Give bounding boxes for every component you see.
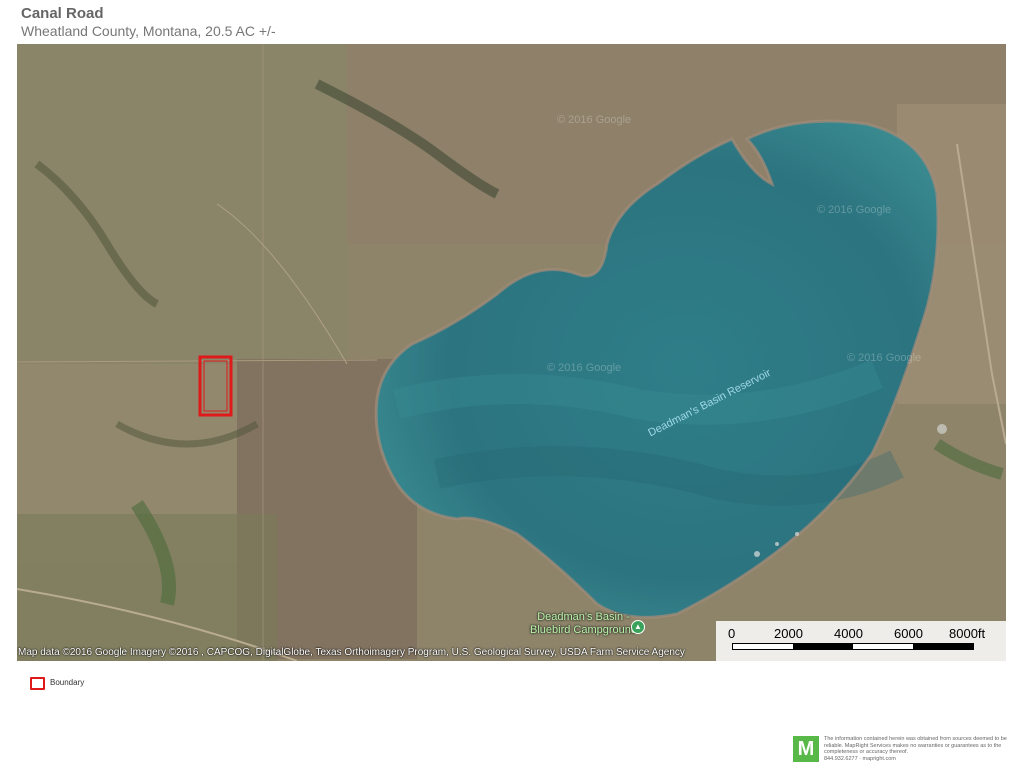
map-title: Canal Road [21, 5, 104, 22]
campground-label-line2: Bluebird Campground [530, 624, 638, 636]
campground-label-line1: Deadman's Basin - [537, 611, 630, 623]
scale-label: 2000 [774, 626, 803, 641]
scale-label: 6000 [894, 626, 923, 641]
mapright-logo: M [793, 736, 819, 762]
contact-info: 844.932.6277 · mapright.com [824, 755, 896, 762]
legend-boundary-label: Boundary [50, 678, 85, 687]
scale-label: 4000 [834, 626, 863, 641]
disclaimer-text: The information contained herein was obt… [824, 736, 1007, 755]
map-attribution: Map data ©2016 Google Imagery ©2016 , CA… [18, 647, 685, 658]
scale-bar: 0 2000 4000 6000 8000ft [716, 621, 1006, 661]
disclaimer: The information contained herein was obt… [824, 736, 1014, 762]
scale-label: 0 [728, 626, 736, 641]
campground-label[interactable]: Deadman's Basin - Bluebird Campground [530, 611, 637, 637]
satellite-map[interactable]: © 2016 Google © 2016 Google © 2016 Googl… [17, 44, 1006, 661]
scale-segment [913, 644, 973, 649]
scale-bar-ruler [732, 643, 974, 650]
map-watermark: © 2016 Google [847, 352, 922, 364]
map-watermark: © 2016 Google [817, 204, 892, 216]
map-watermark: © 2016 Google [557, 114, 632, 126]
scale-segment [793, 644, 853, 649]
map-subtitle: Wheatland County, Montana, 20.5 AC +/- [21, 23, 276, 39]
boundary-swatch-icon [30, 677, 45, 690]
map-watermark: © 2016 Google [547, 362, 622, 374]
scale-label: 8000ft [949, 626, 986, 641]
campground-icon[interactable]: ▲ [631, 620, 645, 634]
